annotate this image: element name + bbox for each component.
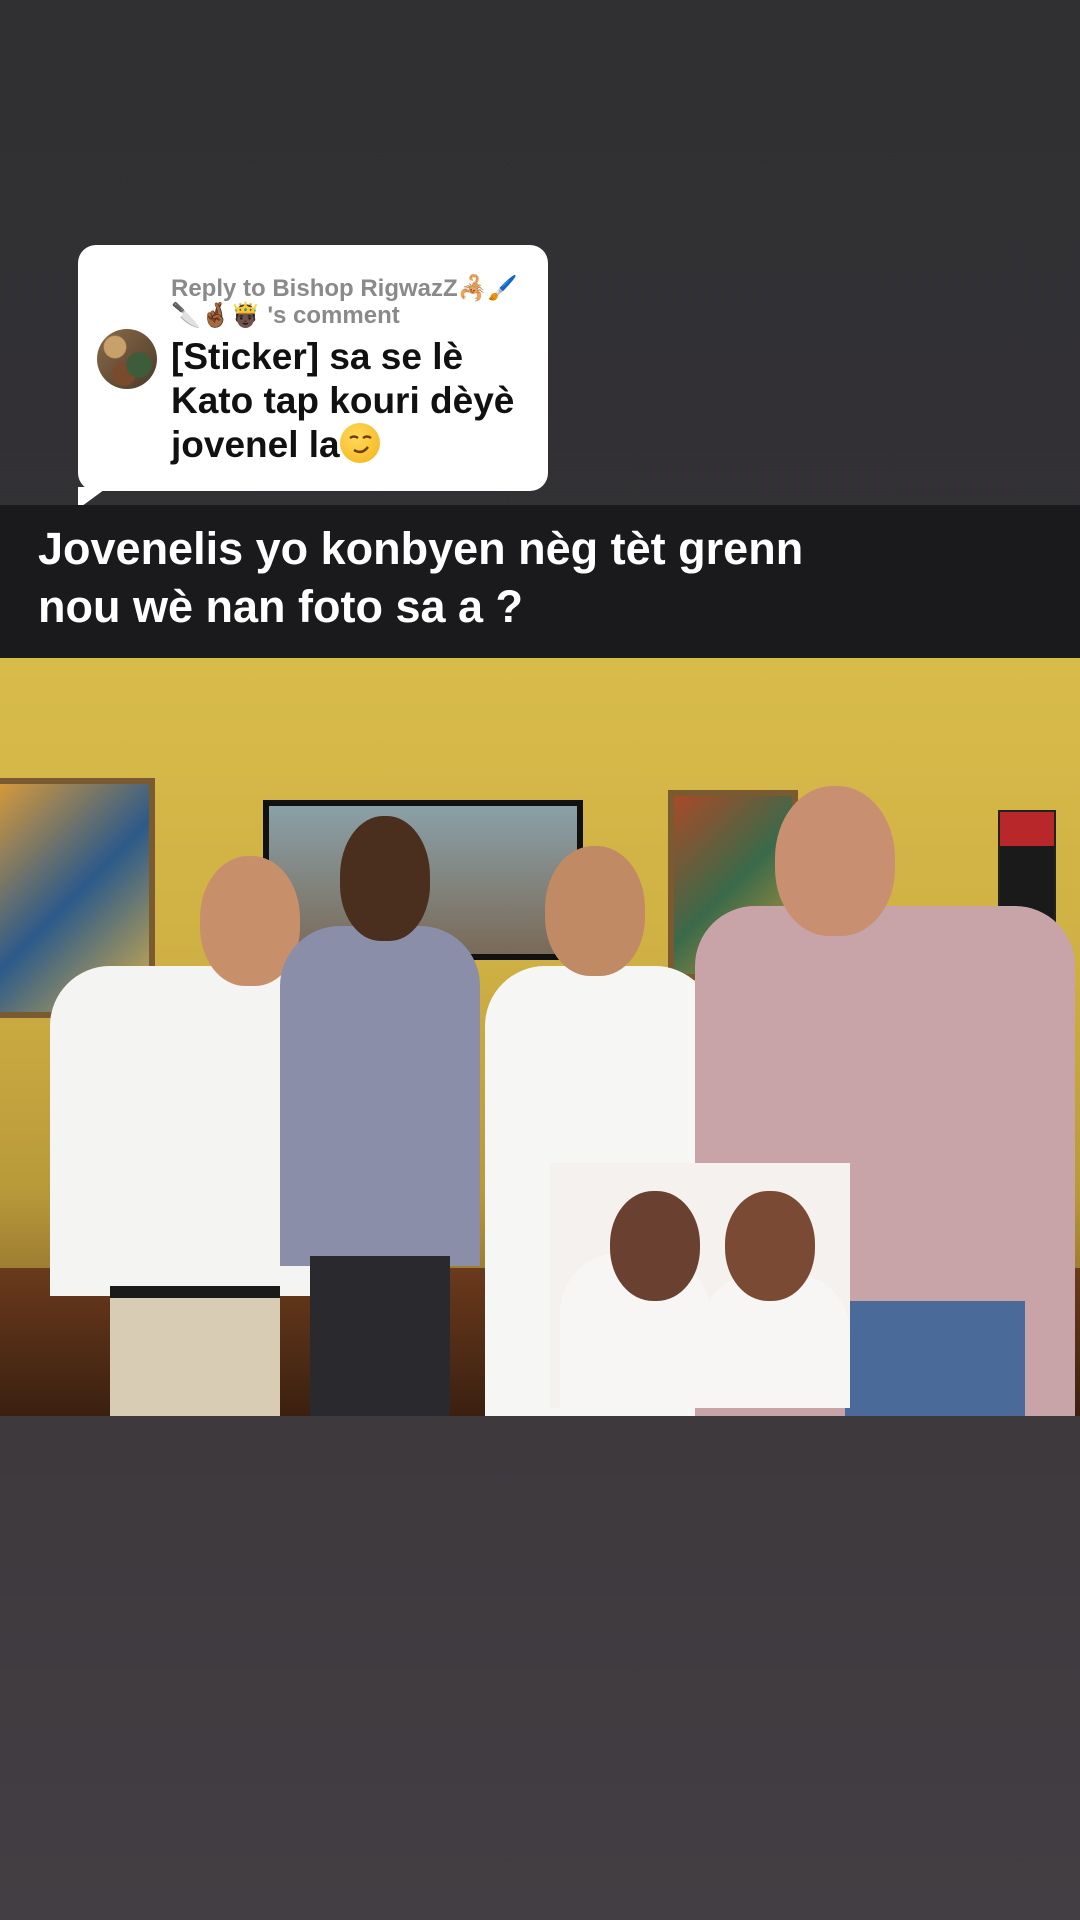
caption-line-2: nou wè nan foto sa a ? (38, 581, 524, 632)
reply-emojis-1: 🦂🖌️ (457, 274, 518, 302)
caption-line-1: Jovenelis yo konbyen nèg tèt grenn (38, 523, 804, 574)
reply-comment-card[interactable]: Reply to Bishop RigwazZ🦂🖌️ 🔪🤞🏾🤴🏿 's comm… (78, 245, 548, 509)
inset-head-right (725, 1191, 815, 1301)
inset-head-left (610, 1191, 700, 1301)
group-photo (0, 658, 1080, 1416)
reply-to-prefix: Reply to Bishop RigwazZ (171, 275, 458, 302)
reply-to-label: Reply to Bishop RigwazZ🦂🖌️ 🔪🤞🏾🤴🏿 's comm… (171, 274, 531, 330)
person-1 (40, 826, 320, 1416)
reply-to-suffix: 's comment (267, 302, 400, 329)
reply-comment-text: [Sticker] sa se lè Kato tap kouri dèyè j… (171, 335, 531, 467)
commenter-avatar[interactable] (97, 329, 157, 389)
person-2 (280, 776, 480, 1416)
smirk-emoji-icon (339, 423, 380, 463)
reply-emojis-2: 🔪🤞🏾🤴🏿 (171, 301, 261, 329)
inset-photo (550, 1163, 850, 1408)
caption-banner: Jovenelis yo konbyen nèg tèt grenn nou w… (0, 505, 1080, 658)
caption-text: Jovenelis yo konbyen nèg tèt grenn nou w… (38, 520, 1038, 636)
